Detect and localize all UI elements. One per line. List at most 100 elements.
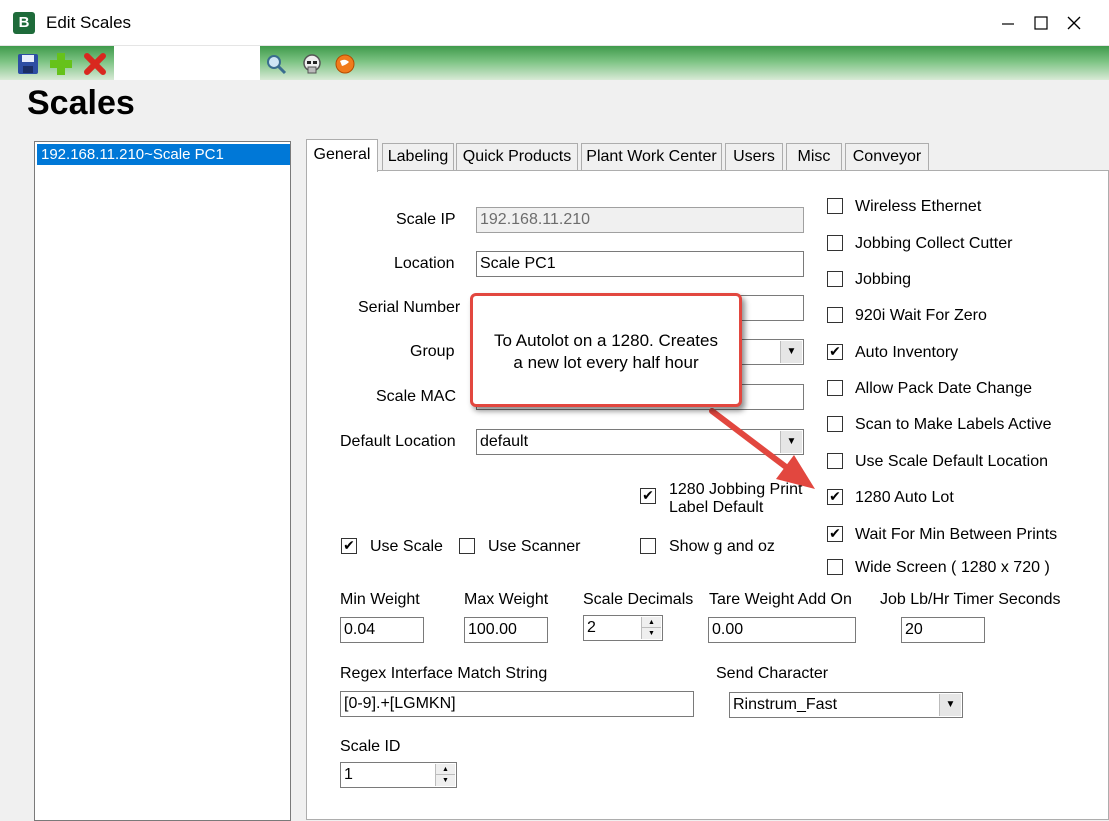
use-scale-label: Use Scale xyxy=(370,538,443,555)
regex-field[interactable]: [0-9].+[LGMKN] xyxy=(340,691,694,717)
search-input[interactable] xyxy=(114,46,260,80)
wireless-ethernet-label: Wireless Ethernet xyxy=(855,198,982,215)
delete-x-icon xyxy=(84,53,106,75)
920i-wait-for-zero-checkbox[interactable] xyxy=(827,307,843,323)
scale-id-value: 1 xyxy=(344,766,353,783)
scale-decimals-stepper[interactable]: 2 ▲ ▼ xyxy=(583,615,663,641)
jobbing-print-label-checkbox[interactable]: ✔ xyxy=(640,488,656,504)
chevron-down-icon[interactable]: ▼ xyxy=(780,341,802,363)
scan-to-make-labels-active-label: Scan to Make Labels Active xyxy=(855,416,1052,433)
allow-pack-date-change-label: Allow Pack Date Change xyxy=(855,380,1032,397)
job-timer-field[interactable]: 20 xyxy=(901,617,985,643)
location-label: Location xyxy=(394,255,455,272)
scale-id-label: Scale ID xyxy=(340,738,401,755)
default-location-value: default xyxy=(480,433,529,450)
scale-ip-label: Scale IP xyxy=(396,211,456,228)
tab-plant-work-center[interactable]: Plant Work Center xyxy=(581,143,722,171)
show-g-oz-label: Show g and oz xyxy=(669,538,775,555)
auto-inventory-label: Auto Inventory xyxy=(855,344,959,361)
send-character-value: Rinstrum_Fast xyxy=(733,696,838,713)
callout-line1: To Autolot on a 1280. Creates xyxy=(494,331,718,350)
spin-up-icon[interactable]: ▲ xyxy=(436,764,455,775)
tab-misc[interactable]: Misc xyxy=(786,143,842,171)
allow-pack-date-change-checkbox[interactable] xyxy=(827,380,843,396)
scale-listbox[interactable]: 192.168.11.210~Scale PC1 xyxy=(34,141,291,821)
tare-weight-field[interactable]: 0.00 xyxy=(708,617,856,643)
spinner[interactable]: ▲ ▼ xyxy=(641,617,661,639)
list-item[interactable]: 192.168.11.210~Scale PC1 xyxy=(37,144,290,165)
annotation-callout: To Autolot on a 1280. Creates a new lot … xyxy=(470,293,742,407)
serial-number-label: Serial Number xyxy=(358,299,461,316)
jobbing-checkbox[interactable] xyxy=(827,271,843,287)
tab-users[interactable]: Users xyxy=(725,143,783,171)
toolbar xyxy=(0,46,1109,80)
1280-auto-lot-checkbox[interactable]: ✔ xyxy=(827,489,843,505)
scale-decimals-label: Scale Decimals xyxy=(583,591,694,608)
tab-conveyor[interactable]: Conveyor xyxy=(845,143,929,171)
jobbing-label: Jobbing xyxy=(855,271,912,288)
scale-decimals-value: 2 xyxy=(587,619,596,636)
title-bar: B Edit Scales xyxy=(0,0,1109,46)
add-button[interactable] xyxy=(49,52,73,76)
save-icon xyxy=(18,54,38,74)
job-timer-label: Job Lb/Hr Timer Seconds xyxy=(880,591,1061,608)
orange-globe-icon xyxy=(335,54,355,74)
chevron-down-icon[interactable]: ▼ xyxy=(939,694,961,716)
wide-screen-label: Wide Screen ( 1280 x 720 ) xyxy=(855,559,1050,576)
spin-down-icon[interactable]: ▼ xyxy=(436,775,455,786)
search-icon xyxy=(267,55,287,75)
use-scanner-checkbox[interactable] xyxy=(459,538,475,554)
delete-button[interactable] xyxy=(83,52,107,76)
wait-for-min-between-prints-checkbox[interactable]: ✔ xyxy=(827,526,843,542)
scan-to-make-labels-active-checkbox[interactable] xyxy=(827,416,843,432)
page-title: Scales xyxy=(27,84,135,122)
default-location-label: Default Location xyxy=(340,433,456,450)
auto-inventory-checkbox[interactable]: ✔ xyxy=(827,344,843,360)
tare-weight-label: Tare Weight Add On xyxy=(709,591,852,608)
spin-up-icon[interactable]: ▲ xyxy=(642,617,661,628)
spinner[interactable]: ▲ ▼ xyxy=(435,764,455,786)
use-scale-checkbox[interactable]: ✔ xyxy=(341,538,357,554)
use-scanner-label: Use Scanner xyxy=(488,538,581,555)
jobbing-collect-cutter-label: Jobbing Collect Cutter xyxy=(855,235,1013,252)
chevron-down-icon[interactable]: ▼ xyxy=(780,431,802,453)
app-icon: B xyxy=(13,12,35,34)
920i-wait-for-zero-label: 920i Wait For Zero xyxy=(855,307,987,324)
scale-ip-field: 192.168.11.210 xyxy=(476,207,804,233)
tab-general[interactable]: General xyxy=(306,139,378,172)
min-weight-label: Min Weight xyxy=(340,591,420,608)
jobbing-collect-cutter-checkbox[interactable] xyxy=(827,235,843,251)
close-button[interactable] xyxy=(1041,0,1107,46)
1280-auto-lot-label: 1280 Auto Lot xyxy=(855,489,954,506)
trooper-helmet-icon xyxy=(303,54,321,74)
close-icon xyxy=(1067,16,1081,30)
jobbing-print-label-line2: Label Default xyxy=(669,499,764,516)
wide-screen-checkbox[interactable] xyxy=(827,559,843,575)
jobbing-print-label-line1: 1280 Jobbing Print xyxy=(669,481,803,498)
trooper-button[interactable] xyxy=(300,52,324,76)
tab-quick-products[interactable]: Quick Products xyxy=(456,143,578,171)
plus-icon xyxy=(50,53,72,75)
show-g-oz-checkbox[interactable] xyxy=(640,538,656,554)
wireless-ethernet-checkbox[interactable] xyxy=(827,198,843,214)
spin-down-icon[interactable]: ▼ xyxy=(642,628,661,639)
callout-line2: a new lot every half hour xyxy=(513,353,699,372)
min-weight-field[interactable]: 0.04 xyxy=(340,617,424,643)
regex-label: Regex Interface Match String xyxy=(340,665,548,682)
send-character-label: Send Character xyxy=(716,665,829,682)
tab-labeling[interactable]: Labeling xyxy=(382,143,454,171)
wait-for-min-between-prints-label: Wait For Min Between Prints xyxy=(855,526,1058,543)
max-weight-label: Max Weight xyxy=(464,591,549,608)
use-scale-default-location-checkbox[interactable] xyxy=(827,453,843,469)
scale-id-stepper[interactable]: 1 ▲ ▼ xyxy=(340,762,457,788)
window-title: Edit Scales xyxy=(46,13,132,32)
globe-button[interactable] xyxy=(333,52,357,76)
search-button[interactable] xyxy=(264,52,288,76)
location-field[interactable]: Scale PC1 xyxy=(476,251,804,277)
save-button[interactable] xyxy=(16,52,40,76)
jobbing-print-label-text: 1280 Jobbing Print Label Default xyxy=(669,481,802,517)
group-label: Group xyxy=(410,343,455,360)
default-location-select[interactable]: default ▼ xyxy=(476,429,804,455)
max-weight-field[interactable]: 100.00 xyxy=(464,617,548,643)
send-character-select[interactable]: Rinstrum_Fast ▼ xyxy=(729,692,963,718)
